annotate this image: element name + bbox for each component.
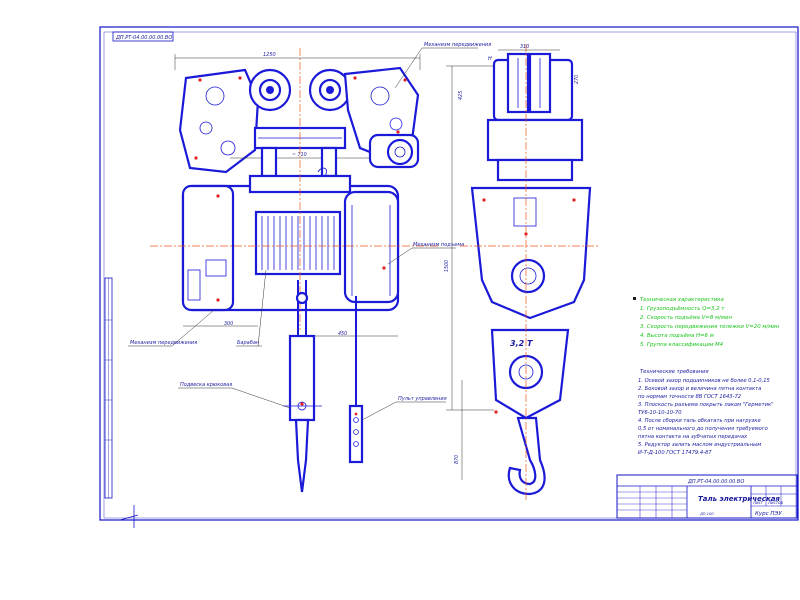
title-org: Курс ПЭУ [755,511,782,517]
tech-requirements: Технические требования 1. Осевой зазор п… [638,369,774,456]
tech-char-item: 2. Скорость подъёма V=8 м/мин [640,315,732,321]
dim-side-mid: 270 [574,75,580,84]
capacity-mark: 3,2 Т [510,339,533,348]
side-view: 3,2 Т 1500 870 425 310 Н 270 [444,44,600,500]
tech-req-item: И-Т-Д-100 ГОСТ 17479.4-87 [638,450,712,456]
dim-side-height-a: 1500 [444,260,450,272]
tech-char-item: 3. Скорость передвижения тележки V=20 м/… [640,324,780,330]
dim-side-top: 310 [520,44,529,50]
tech-req-item: 4. После сборки таль обкатать при нагруз… [638,418,761,424]
tech-req-item: 0,5 от номинального до получения требуем… [638,426,768,432]
tech-req-item: 2. Боковой зазор и величина пятна контак… [638,386,761,392]
tech-req-item: по нормам точности 8В ГОСТ 1643-72 [638,394,741,400]
dim-top-width: 1250 [263,52,276,58]
dim-mid-width: ~ 710 [292,152,307,158]
dim-bottom-right: 450 [338,331,347,337]
tech-req-item: 1. Осевой зазор подшипников не более 0,1… [638,378,771,384]
tech-char-item: 5. Группа классификации М4 [640,342,724,348]
dim-side-height-b: 870 [454,455,460,464]
dim-side-height-c: 425 [458,91,464,100]
callout-travel-mech: Механизм передвижения [130,340,197,346]
control-pendant [348,296,364,464]
tech-char-item: 4. Высота подъёма Н=6 м [640,333,714,339]
callout-hoist-mech: Механизм подъема [413,242,464,248]
title-sheet-code: ДП-100 [699,512,714,516]
tech-characteristics: Техническая характеристика 1. Грузоподъё… [633,297,780,348]
top-doc-number: ДП.РТ-04.00.00.00.ВО [115,35,172,41]
callout-carriage: Механизм передвижения [424,42,491,48]
title-sheet-label: Лист [752,500,764,505]
dim-bottom-left: 300 [224,321,233,327]
carriage-assembly: 1250 ~ 710 [174,52,421,178]
tech-req-heading: Технические требования [640,369,709,375]
callout-hook-block: Подвеска крюковая [180,382,232,388]
tech-req-item: 3. Плоскость разъема покрыть лаком "Герм… [638,402,774,408]
title-block: ДП.РТ-04.00.00.00.ВО Таль электрическая … [616,474,798,519]
title-sheets-label: Листов [767,500,784,505]
drawing-sheet: ДП.РТ-04.00.00.00.ВО 1250 ~ 710 300 450 … [99,26,799,528]
tech-req-item: ТУ6-10-10-10-70 [638,410,682,416]
tech-req-item: 5. Редуктор залить маслом индустриальным [638,442,761,448]
callout-control: Пульт управления [398,396,447,402]
hook-block [283,280,322,493]
callout-drum: Барабан [237,340,260,346]
dim-side-h1: Н [488,56,492,62]
tech-char-heading: Техническая характеристика [640,297,724,303]
tech-req-item: пятна контакта на зубчатых передачах [638,434,748,440]
title-doc-number: ДП.РТ-04.00.00.00.ВО [687,479,744,485]
tech-char-item: 1. Грузоподъёмность Q=3,2 т [640,306,725,312]
